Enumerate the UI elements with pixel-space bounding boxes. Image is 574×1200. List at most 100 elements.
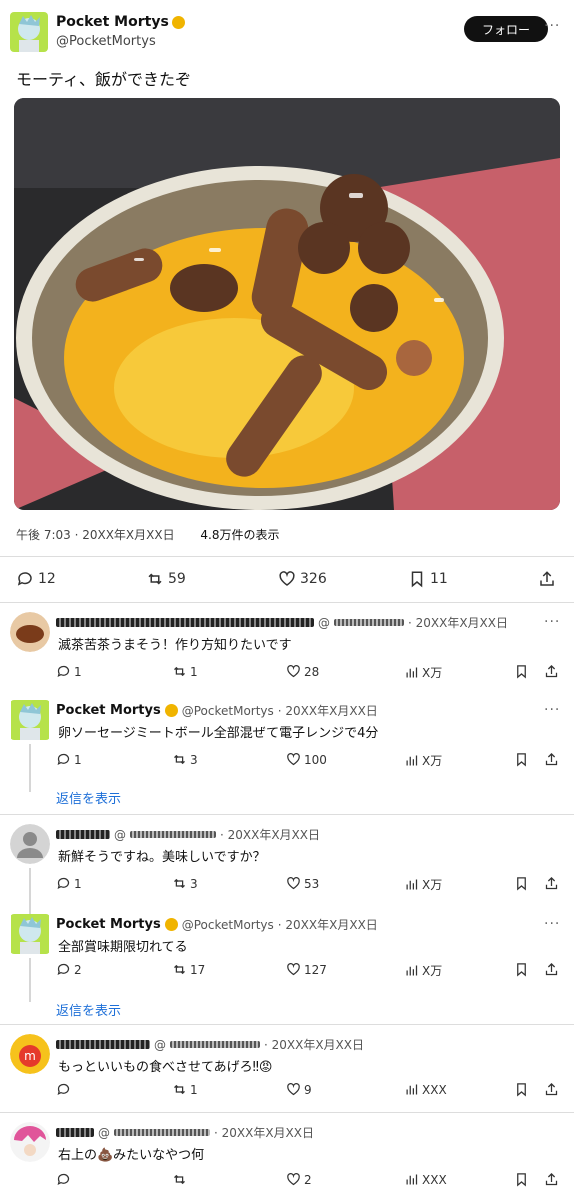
reply-item[interactable]: Pocket Mortys @PocketMortys · 20XX年X月XX日…: [0, 700, 574, 810]
reply-button[interactable]: 1: [56, 752, 82, 767]
reply-handle[interactable]: @: [114, 828, 126, 842]
repost-button[interactable]: 17: [172, 962, 205, 977]
redacted-name: [56, 1040, 150, 1049]
more-icon[interactable]: ···: [544, 702, 560, 718]
heart-icon: [287, 665, 300, 678]
follow-button[interactable]: フォロー: [464, 16, 548, 42]
heart-icon: [287, 963, 300, 976]
like-button[interactable]: 53: [286, 876, 319, 891]
share-button[interactable]: [544, 1172, 559, 1187]
reply-button[interactable]: 2: [56, 962, 82, 977]
bookmark-button[interactable]: [514, 962, 529, 977]
reply-button[interactable]: 1: [56, 664, 82, 679]
reply-item[interactable]: Pocket Mortys @PocketMortys · 20XX年X月XX日…: [0, 914, 574, 1024]
reply-header: @ · 20XX年X月XX日: [56, 1036, 364, 1053]
repost-button[interactable]: 59: [146, 570, 186, 588]
bookmark-button[interactable]: [514, 752, 529, 767]
avatar[interactable]: [10, 612, 50, 652]
reply-item[interactable]: m @ · 20XX年X月XX日 もっといいもの食べさせてあげろ‼︎😡 1 9 …: [0, 1034, 574, 1110]
repost-button[interactable]: 3: [172, 752, 198, 767]
reply-icon: [57, 753, 70, 766]
reply-handle[interactable]: @: [318, 616, 330, 630]
share-button[interactable]: [544, 752, 559, 767]
views-icon: [406, 965, 418, 976]
display-name[interactable]: Pocket Mortys: [56, 14, 185, 30]
views-button[interactable]: X万: [404, 664, 442, 681]
share-icon: [545, 876, 558, 890]
redacted-name: [56, 830, 110, 839]
show-replies-link[interactable]: 返信を表示: [56, 788, 121, 807]
share-icon: [540, 571, 554, 586]
show-replies-link[interactable]: 返信を表示: [56, 1000, 121, 1019]
reply-display-name[interactable]: Pocket Mortys: [56, 917, 161, 932]
svg-text:m: m: [24, 1049, 36, 1063]
avatar[interactable]: [10, 700, 50, 740]
views-button[interactable]: XXX: [404, 1082, 447, 1097]
reply-handle[interactable]: @PocketMortys: [182, 704, 274, 718]
share-button[interactable]: [538, 570, 556, 588]
more-icon[interactable]: ···: [544, 614, 560, 630]
share-button[interactable]: [544, 1082, 559, 1097]
like-button[interactable]: 100: [286, 752, 327, 767]
reply-handle[interactable]: @PocketMortys: [182, 918, 274, 932]
reply-button[interactable]: [56, 1172, 74, 1187]
share-button[interactable]: [544, 876, 559, 891]
views-icon: [406, 879, 418, 890]
reply-display-name[interactable]: Pocket Mortys: [56, 703, 161, 718]
more-icon[interactable]: ···: [544, 916, 560, 932]
handle[interactable]: @PocketMortys: [56, 34, 156, 49]
reply-handle[interactable]: @: [98, 1126, 110, 1140]
reply-button[interactable]: 1: [56, 876, 82, 891]
repost-button[interactable]: 1: [172, 664, 198, 679]
views-button[interactable]: XXX: [404, 1172, 447, 1187]
share-button[interactable]: [544, 664, 559, 679]
avatar[interactable]: [10, 914, 50, 954]
reply-text: 全部賞味期限切れてる: [58, 940, 188, 955]
like-button[interactable]: 326: [278, 570, 327, 588]
reply-item[interactable]: @ · 20XX年X月XX日 右上の💩みたいなやつ何 2 XXX: [0, 1122, 574, 1198]
post-action-bar: 12 59 326 11: [0, 566, 574, 594]
bookmark-button[interactable]: [514, 876, 529, 891]
reply-handle[interactable]: @: [154, 1038, 166, 1052]
views-button[interactable]: X万: [404, 962, 442, 979]
bookmark-button[interactable]: [514, 664, 529, 679]
avatar[interactable]: [10, 824, 50, 864]
reply-date: · 20XX年X月XX日: [277, 704, 378, 718]
redacted-handle: [130, 831, 216, 838]
post-timestamp[interactable]: 午後 7:03 · 20XX年X月XX日: [16, 528, 175, 542]
bookmark-button[interactable]: [514, 1172, 529, 1187]
repost-button[interactable]: [172, 1172, 190, 1187]
divider: [0, 602, 574, 603]
like-button[interactable]: 127: [286, 962, 327, 977]
reply-actions: 1 9 XXX: [56, 1082, 566, 1102]
post-image[interactable]: [14, 98, 560, 510]
reply-icon: [57, 877, 70, 890]
divider: [0, 1024, 574, 1025]
redacted-handle: [170, 1041, 260, 1048]
reply-item[interactable]: @ · 20XX年X月XX日 ··· 滅茶苦茶うまそう！作り方知りたいです 1 …: [0, 612, 574, 692]
share-button[interactable]: [544, 962, 559, 977]
reply-button[interactable]: [56, 1082, 74, 1097]
reply-actions: 1 3 100 X万: [56, 752, 566, 772]
views-button[interactable]: X万: [404, 752, 442, 769]
like-button[interactable]: 28: [286, 664, 319, 679]
repost-button[interactable]: 3: [172, 876, 198, 891]
share-icon: [545, 664, 558, 678]
like-button[interactable]: 2: [286, 1172, 312, 1187]
heart-icon: [287, 1173, 300, 1186]
avatar[interactable]: [10, 1122, 50, 1162]
verified-badge-icon: [164, 704, 178, 717]
bookmark-button[interactable]: 11: [408, 570, 448, 588]
avatar[interactable]: m: [10, 1034, 50, 1074]
views-button[interactable]: X万: [404, 876, 442, 893]
avatar[interactable]: [10, 12, 48, 52]
redacted-handle: [334, 619, 404, 626]
repost-button[interactable]: 1: [172, 1082, 198, 1097]
like-button[interactable]: 9: [286, 1082, 312, 1097]
reply-header: @ · 20XX年X月XX日: [56, 826, 320, 843]
reply-item[interactable]: @ · 20XX年X月XX日 新鮮そうですね。美味しいですか？ 1 3 53 X…: [0, 824, 574, 914]
more-icon[interactable]: ···: [544, 18, 560, 34]
bookmark-button[interactable]: [514, 1082, 529, 1097]
reply-icon: [57, 1083, 70, 1096]
reply-button[interactable]: 12: [16, 570, 56, 588]
